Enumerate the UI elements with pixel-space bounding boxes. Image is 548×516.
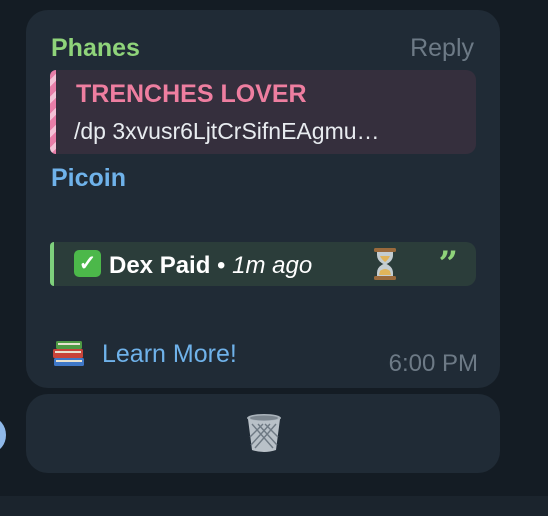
quote-text: /dp 3xvusr6LjtCrSifnEAgmu… — [74, 118, 380, 144]
books-icon — [53, 341, 84, 366]
status-accent-bar — [50, 242, 54, 286]
quote-mark-icon: ” — [438, 244, 458, 284]
status-separator: • — [210, 252, 233, 279]
hourglass-icon — [374, 248, 396, 280]
status-time-ago: 1m ago — [232, 252, 313, 279]
chat-view: Phanes Reply TRENCHES LOVER /dp 3xvusr6L… — [0, 0, 548, 516]
quote-accent-bar — [50, 70, 56, 154]
reply-quote[interactable]: TRENCHES LOVER /dp 3xvusr6LjtCrSifnEAgmu… — [50, 70, 476, 154]
quote-author: TRENCHES LOVER — [76, 80, 307, 108]
learn-more-link[interactable]: Learn More! — [102, 340, 237, 369]
coin-link[interactable]: Picoin — [51, 164, 126, 193]
check-mark-icon: ✓ — [74, 250, 101, 277]
reply-button[interactable]: Reply — [410, 34, 474, 63]
avatar[interactable] — [0, 418, 6, 452]
wastebasket-icon — [247, 414, 281, 452]
status-label: Dex Paid — [109, 252, 211, 279]
delete-button[interactable] — [26, 394, 500, 473]
status-text: Dex Paid • 1m ago — [109, 252, 312, 280]
dex-status-row: ✓ Dex Paid • 1m ago ” — [50, 242, 476, 286]
sender-name[interactable]: Phanes — [51, 34, 140, 63]
composer-edge — [0, 496, 548, 516]
message-timestamp: 6:00 PM — [388, 350, 478, 377]
message-bubble: Phanes Reply TRENCHES LOVER /dp 3xvusr6L… — [26, 10, 500, 388]
